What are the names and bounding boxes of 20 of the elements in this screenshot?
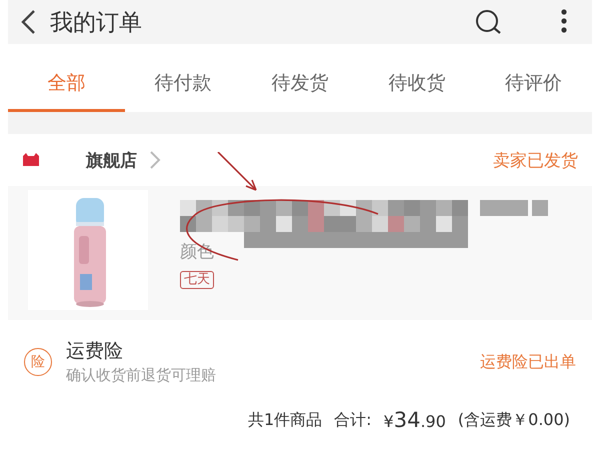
tab[interactable]: 待付款 (124, 56, 242, 112)
total-amount: ¥34.90 (384, 408, 446, 432)
back-icon[interactable] (20, 9, 36, 35)
shop-name[interactable]: 旗舰店 (86, 148, 137, 172)
tab[interactable]: 全部 (8, 56, 125, 112)
page-title: 我的订单 (50, 8, 143, 38)
item-count: 共1件商品 (248, 410, 322, 430)
return-tag: 七天 (180, 271, 214, 289)
tab[interactable]: 待评价 (475, 56, 592, 112)
shipping-fee: (含运费￥0.00) (458, 410, 570, 430)
insurance-status: 运费险已出单 (480, 352, 576, 373)
tab[interactable]: 待收货 (358, 56, 476, 112)
tab[interactable]: 待发货 (242, 56, 358, 112)
insurance-badge: 险 (24, 348, 52, 376)
store-badge-icon (22, 153, 40, 167)
insurance-title: 运费险 (66, 339, 124, 364)
total-label: 合计: (334, 410, 372, 430)
order-status: 卖家已发货 (493, 150, 578, 172)
insurance-note: 确认收货前退货可理赔 (66, 366, 216, 385)
search-icon[interactable] (474, 8, 502, 36)
